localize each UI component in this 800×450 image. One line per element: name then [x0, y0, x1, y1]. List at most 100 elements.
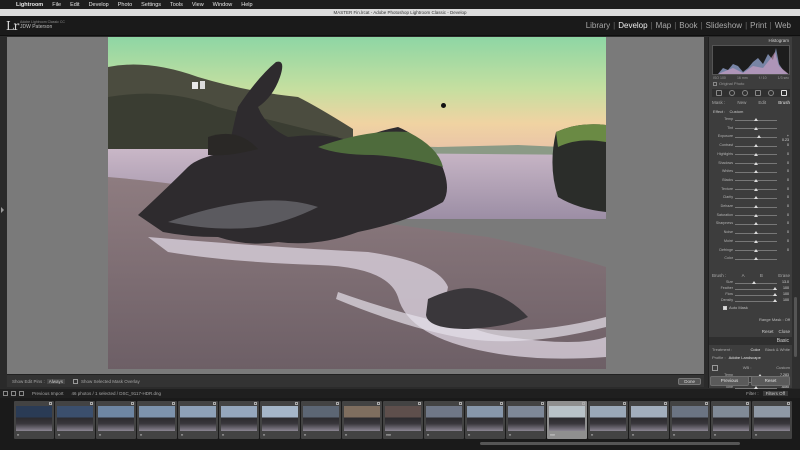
filmstrip-thumbnail[interactable]: ▪▪: [14, 401, 54, 439]
treatment-blackwhite[interactable]: Black & White: [765, 347, 790, 352]
brush-slider[interactable]: [735, 300, 777, 302]
filmstrip-thumbnail[interactable]: ▪▪▪▪▪: [383, 401, 423, 439]
treatment-color[interactable]: Color: [751, 347, 761, 352]
thumbnail-image[interactable]: [631, 406, 667, 431]
adjustment-brush-icon[interactable]: [780, 90, 787, 96]
grid-view-icon[interactable]: [3, 391, 8, 396]
menu-file[interactable]: File: [52, 2, 61, 8]
done-button[interactable]: Done: [678, 378, 701, 385]
show-edit-pins-dropdown[interactable]: Always: [46, 378, 66, 384]
brush-slider-knob[interactable]: [772, 287, 777, 290]
brush-slider-knob[interactable]: [772, 293, 777, 296]
thumbnail-image[interactable]: [221, 406, 257, 431]
filter-dropdown[interactable]: Filters Off: [762, 391, 788, 396]
brush-value[interactable]: 100: [779, 286, 789, 290]
adjustment-value[interactable]: 0: [779, 204, 789, 208]
module-library[interactable]: Library: [583, 21, 613, 30]
thumbnail-image[interactable]: [385, 406, 421, 431]
adjustment-slider-knob[interactable]: [754, 231, 758, 235]
basic-panel-header[interactable]: Basic: [709, 337, 793, 345]
module-book[interactable]: Book: [676, 21, 700, 30]
menu-icon[interactable]: [790, 1, 796, 7]
brush-tab-b[interactable]: B: [760, 273, 763, 278]
adjustment-value[interactable]: 0: [779, 239, 789, 243]
module-develop[interactable]: Develop: [615, 21, 650, 30]
brush-slider-knob[interactable]: [751, 281, 756, 284]
filmstrip-thumbnail[interactable]: ▪▪: [55, 401, 95, 439]
crop-tool-icon[interactable]: [715, 90, 722, 96]
filmstrip-source[interactable]: Previous Import: [32, 391, 64, 396]
adjustment-slider-knob[interactable]: [754, 161, 758, 165]
adjustment-slider-knob[interactable]: [754, 257, 758, 261]
original-photo-checkbox[interactable]: [713, 81, 717, 86]
adjustment-value[interactable]: 0: [779, 248, 789, 252]
filmstrip-thumbnail[interactable]: ▪▪: [711, 401, 751, 439]
filmstrip[interactable]: ▪▪ ▪▪ ▪▪ ▪▪ ▪▪ ▪▪ ▪▪ ▪▪ ▪▪ ▪▪▪▪▪ ▪▪ ▪▪ ▪▪ ▪▪▪▪▪ ▪▪ ▪▪ ▪▪…: [0, 398, 800, 450]
adjustment-value[interactable]: 0: [779, 178, 789, 182]
thumbnail-image[interactable]: [344, 406, 380, 431]
module-slideshow[interactable]: Slideshow: [703, 21, 745, 30]
adjustment-slider-knob[interactable]: [754, 170, 758, 174]
thumbnail-image[interactable]: [262, 406, 298, 431]
mask-tab-brush[interactable]: Brush: [778, 100, 790, 105]
search-icon[interactable]: [779, 1, 785, 7]
adjustment-slider-knob[interactable]: [754, 187, 758, 191]
mask-reset-link[interactable]: Reset: [762, 329, 774, 334]
brush-slider[interactable]: [735, 294, 777, 296]
filmstrip-thumbnail[interactable]: ▪▪▪▪▪: [547, 401, 587, 439]
adjustment-value[interactable]: 0: [779, 213, 789, 217]
range-mask-label[interactable]: Range Mask : Off: [712, 317, 790, 322]
menu-edit[interactable]: Edit: [70, 2, 79, 8]
image-canvas[interactable]: [7, 37, 704, 374]
adjustment-slider-knob[interactable]: [754, 248, 758, 252]
adjustment-slider-knob[interactable]: [754, 144, 758, 148]
previous-button[interactable]: Previous: [710, 376, 749, 386]
adjustment-value[interactable]: 0: [779, 161, 789, 165]
profile-row[interactable]: Profile : Adobe Landscape: [712, 355, 790, 360]
profile-value[interactable]: Adobe Landscape: [729, 355, 761, 360]
adjustment-slider-knob[interactable]: [754, 239, 758, 243]
adjustment-value[interactable]: + 0.23: [779, 134, 789, 142]
auto-mask-row[interactable]: Auto Mask: [723, 305, 748, 310]
filmstrip-thumbnail[interactable]: ▪▪: [465, 401, 505, 439]
filmstrip-thumbnail[interactable]: ▪▪: [96, 401, 136, 439]
thumbnail-image[interactable]: [754, 406, 790, 431]
adjustment-slider-knob[interactable]: [754, 118, 758, 121]
effect-row[interactable]: Effect : Custom: [713, 109, 743, 114]
adjustment-slider-knob[interactable]: [754, 222, 758, 226]
mask-edit-pin[interactable]: [441, 103, 446, 108]
thumbnail-image[interactable]: [139, 406, 175, 431]
menu-view[interactable]: View: [192, 2, 204, 8]
thumbnail-image[interactable]: [590, 406, 626, 431]
scrollbar-thumb[interactable]: [794, 297, 797, 357]
mask-tab-edit[interactable]: Edit: [758, 100, 766, 105]
menu-settings[interactable]: Settings: [141, 2, 161, 8]
filmstrip-thumbnail[interactable]: ▪▪: [219, 401, 259, 439]
thumbnail-image[interactable]: [508, 406, 544, 431]
thumbnail-image[interactable]: [467, 406, 503, 431]
adjustment-slider-knob[interactable]: [754, 213, 758, 217]
adjustment-value[interactable]: 0: [779, 152, 789, 156]
adjustment-slider-knob[interactable]: [754, 126, 758, 130]
radial-filter-icon[interactable]: [767, 90, 774, 96]
brush-value[interactable]: 13.0: [779, 280, 789, 284]
thumbnail-image[interactable]: [57, 406, 93, 431]
adjustment-slider-knob[interactable]: [754, 152, 758, 156]
auto-mask-checkbox[interactable]: [723, 305, 727, 310]
graduated-filter-icon[interactable]: [754, 90, 761, 96]
filmstrip-thumbnail[interactable]: ▪▪: [506, 401, 546, 439]
brush-tab-a[interactable]: A: [742, 273, 745, 278]
show-mask-overlay-checkbox[interactable]: [73, 378, 79, 384]
wb-eyedropper-icon[interactable]: [712, 365, 718, 371]
module-map[interactable]: Map: [653, 21, 675, 30]
brush-slider[interactable]: [735, 282, 777, 284]
expand-left-panel-icon[interactable]: [1, 207, 4, 213]
thumbnail-image[interactable]: [16, 406, 52, 431]
filmstrip-thumbnail[interactable]: ▪▪: [629, 401, 669, 439]
filmstrip-thumbnail[interactable]: ▪▪: [424, 401, 464, 439]
filmstrip-thumbnail[interactable]: ▪▪: [670, 401, 710, 439]
forward-arrow-icon[interactable]: [19, 391, 24, 396]
thumbnail-image[interactable]: [98, 406, 134, 431]
filmstrip-thumbnail[interactable]: ▪▪: [137, 401, 177, 439]
filmstrip-thumbnail[interactable]: ▪▪: [301, 401, 341, 439]
